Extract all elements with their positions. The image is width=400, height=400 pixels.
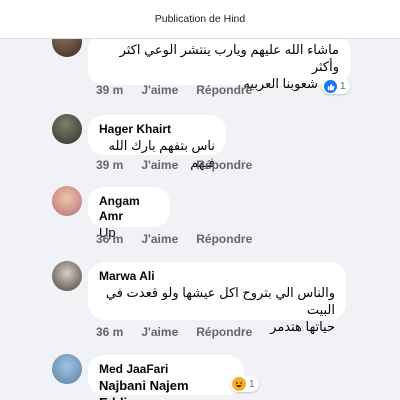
haha-icon: [232, 377, 246, 391]
avatar[interactable]: [52, 114, 82, 144]
page-title: Publication de Hind: [154, 13, 246, 25]
reply-button[interactable]: Répondre: [196, 83, 252, 97]
avatar[interactable]: [52, 186, 82, 216]
comment-text: والناس الي بتروح اكل عيشها ولو قعدت في ا…: [105, 285, 335, 317]
comment-bubble[interactable]: Marwa Ali والناس الي بتروح اكل عيشها ولو…: [88, 262, 346, 334]
reaction-count: 1: [249, 378, 255, 390]
like-icon: [324, 80, 337, 93]
like-button[interactable]: J'aime: [141, 83, 178, 97]
like-button[interactable]: J'aime: [141, 232, 178, 246]
reaction-count: 1: [340, 81, 346, 92]
comment-actions: 39 m J'aime Répondre: [96, 83, 270, 97]
reaction-badge[interactable]: 1: [230, 376, 259, 392]
comment-time[interactable]: 36 m: [96, 325, 123, 339]
comment-time[interactable]: 36 m: [96, 232, 123, 246]
comment-author[interactable]: Med JaaFari: [99, 362, 233, 377]
avatar[interactable]: [52, 354, 82, 384]
comment-bubble[interactable]: Med JaaFari Najbani Najem Eddine: [88, 355, 244, 400]
comment-bubble[interactable]: Angam Amr Up: [88, 187, 170, 240]
comment-text: ماشاء الله عليهم ويارب ينتشر الوعي اكثر …: [119, 42, 339, 74]
like-button[interactable]: J'aime: [141, 325, 178, 339]
comment-author[interactable]: Hager Khairt: [99, 122, 215, 137]
top-bar: Publication de Hind: [0, 0, 400, 39]
avatar[interactable]: [52, 39, 82, 57]
comment-actions: 39 m J'aime Répondre: [96, 158, 270, 172]
like-button[interactable]: J'aime: [141, 158, 178, 172]
comment-time[interactable]: 39 m: [96, 83, 123, 97]
reply-button[interactable]: Répondre: [196, 232, 252, 246]
comment-time[interactable]: 39 m: [96, 158, 123, 172]
comment-author[interactable]: Angam Amr: [99, 194, 159, 224]
comment-bubble[interactable]: ماشاء الله عليهم ويارب ينتشر الوعي اكثر …: [88, 39, 350, 91]
reply-button[interactable]: Répondre: [196, 158, 252, 172]
comment-actions: 36 m J'aime Répondre: [96, 325, 270, 339]
comment-bubble[interactable]: Hager Khairt ناس بتفهم بارك الله فيهم: [88, 115, 226, 170]
tagged-user-link[interactable]: Najbani Najem Eddine: [99, 377, 233, 400]
reaction-badge[interactable]: 1: [322, 79, 350, 94]
comments-feed[interactable]: ماشاء الله عليهم ويارب ينتشر الوعي اكثر …: [0, 39, 400, 400]
comment-author[interactable]: Marwa Ali: [99, 269, 335, 284]
reply-button[interactable]: Répondre: [196, 325, 252, 339]
avatar[interactable]: [52, 261, 82, 291]
comment-actions: 36 m J'aime Répondre: [96, 232, 270, 246]
